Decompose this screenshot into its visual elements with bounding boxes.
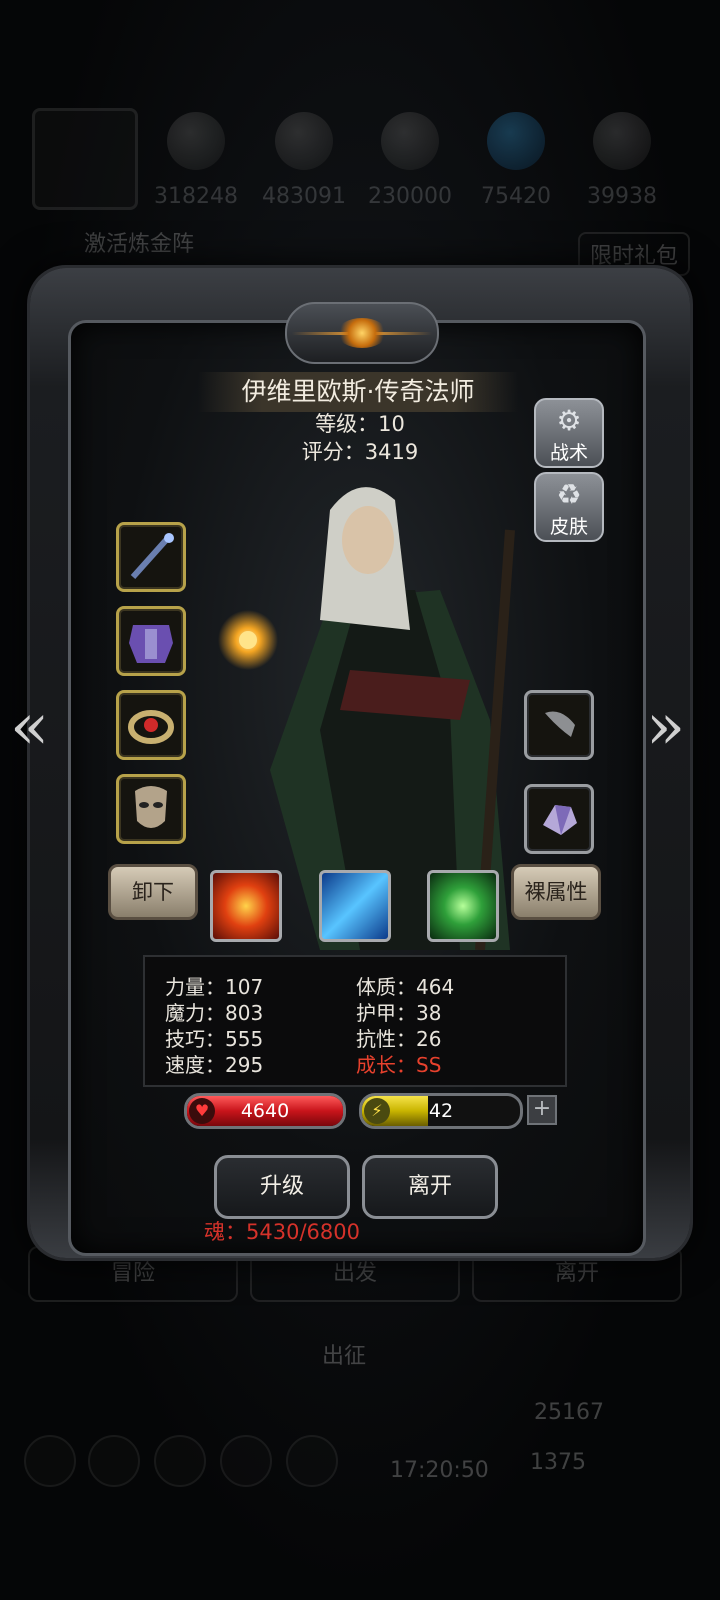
- player-avatar: [32, 108, 138, 210]
- resource-orb-icon: [167, 112, 225, 170]
- equip-slot-claw[interactable]: [524, 690, 594, 760]
- resource-orb-icon: [593, 112, 651, 170]
- hp-value: 4640: [240, 1100, 290, 1122]
- resource-orb-icon: [275, 112, 333, 170]
- tactics-button[interactable]: ⚙ 战术: [534, 398, 604, 468]
- stats-panel: 力量：107 魔力：803 技巧：555 速度：295 体质：464 护甲：38…: [143, 955, 567, 1087]
- menu-circle-icon: [286, 1435, 338, 1487]
- hero-score: 评分：3419: [301, 440, 419, 464]
- resource-value: 318248: [154, 184, 238, 209]
- leave-button[interactable]: 离开: [362, 1155, 498, 1219]
- resource-orb-icon: [487, 112, 545, 170]
- activate-alchemy-link: 激活炼金阵: [84, 232, 195, 257]
- moon-ornament-icon: [285, 302, 439, 364]
- menu-circle-icon: [88, 1435, 140, 1487]
- resource-5: 39938: [572, 112, 672, 209]
- stat-magic: 魔力：803: [165, 1001, 264, 1025]
- gold-value: 25167: [534, 1400, 604, 1425]
- stat-resistance: 抗性：26: [356, 1027, 442, 1051]
- skill-ice-shards-icon[interactable]: [319, 870, 391, 942]
- resource-4: 75420: [466, 112, 566, 209]
- ring-icon: [128, 710, 174, 744]
- stat-strength: 力量：107: [165, 975, 264, 999]
- energy-bar: ⚡ 42: [359, 1093, 523, 1129]
- stat-armor: 护甲：38: [356, 1001, 442, 1025]
- stat-constitution: 体质：464: [356, 975, 455, 999]
- hero-level: 等级：10: [315, 412, 405, 436]
- equip-slot-ring[interactable]: [116, 690, 186, 760]
- menu-circle-icon: [24, 1435, 76, 1487]
- unequip-button[interactable]: 卸下: [108, 864, 198, 920]
- resource-value: 75420: [481, 184, 551, 209]
- energy-value: 42: [428, 1100, 454, 1122]
- hp-bar: ♥ 4640: [184, 1093, 346, 1129]
- stat-skill: 技巧：555: [165, 1027, 264, 1051]
- add-energy-button[interactable]: +: [527, 1095, 557, 1125]
- resource-3: 230000: [360, 112, 460, 209]
- skill-nature-leaf-icon[interactable]: [427, 870, 499, 942]
- resource-value: 483091: [262, 184, 346, 209]
- staff-icon: [130, 533, 174, 580]
- gear-icon: ⚙: [556, 404, 582, 437]
- resource-orb-icon: [381, 112, 439, 170]
- skill-fire-burst-icon[interactable]: [210, 870, 282, 942]
- expedition-label: 出征: [322, 1344, 367, 1369]
- clock: 17:20:50: [390, 1458, 489, 1483]
- resource-2: 483091: [254, 112, 354, 209]
- upgrade-button[interactable]: 升级: [214, 1155, 350, 1219]
- hero-name: 伊维里欧斯·传奇法师: [198, 372, 518, 412]
- next-hero-arrow-icon[interactable]: »: [646, 690, 685, 764]
- equip-slot-armor[interactable]: [116, 606, 186, 676]
- armor-icon: [129, 625, 173, 663]
- mask-icon: [135, 786, 167, 828]
- equip-slot-mask[interactable]: [116, 774, 186, 844]
- naked-attributes-button[interactable]: 裸属性: [511, 864, 601, 920]
- equip-slot-staff[interactable]: [116, 522, 186, 592]
- menu-circle-icon: [154, 1435, 206, 1487]
- skin-label: 皮肤: [549, 516, 588, 538]
- tactics-label: 战术: [549, 442, 588, 464]
- stat-growth: 成长：SS: [356, 1053, 442, 1077]
- gem-value: 1375: [530, 1450, 586, 1475]
- resource-value: 230000: [368, 184, 452, 209]
- stat-speed: 速度：295: [165, 1053, 264, 1077]
- menu-circle-icon: [220, 1435, 272, 1487]
- equip-slot-crystal[interactable]: [524, 784, 594, 854]
- previous-hero-arrow-icon[interactable]: «: [10, 690, 49, 764]
- soul-progress: 魂：5430/6800: [204, 1220, 360, 1244]
- claw-icon: [545, 711, 575, 737]
- crystal-icon: [543, 805, 577, 835]
- resource-value: 39938: [587, 184, 657, 209]
- resource-1: 318248: [146, 112, 246, 209]
